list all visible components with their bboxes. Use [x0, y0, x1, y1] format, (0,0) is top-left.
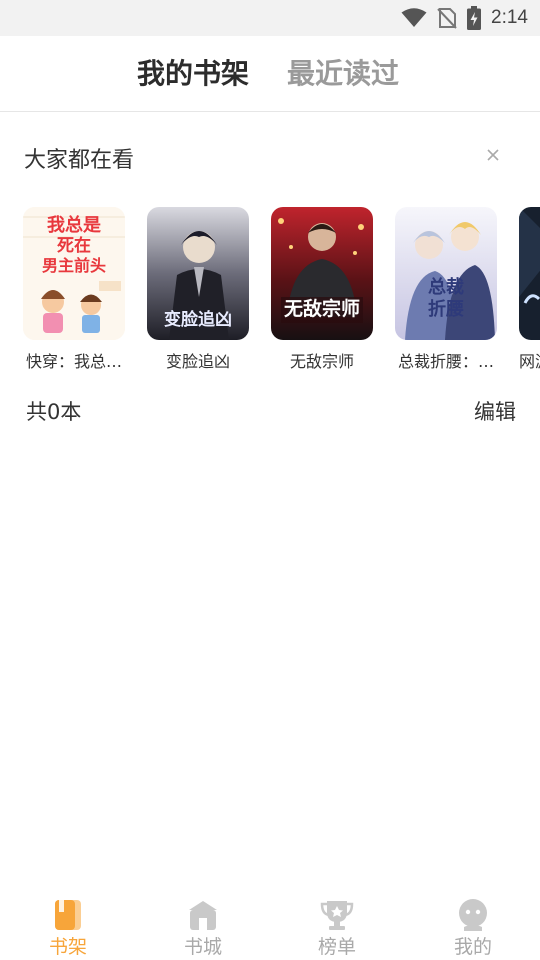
svg-text:变脸追凶: 变脸追凶 [164, 309, 232, 330]
battery-charging-icon [467, 6, 482, 30]
book-item[interactable]: 总裁 折腰 总裁折腰：… [395, 207, 497, 372]
book-item[interactable]: 无敌宗师 无敌宗师 [271, 207, 373, 372]
book-title: 网游 [519, 352, 540, 371]
book-cover[interactable] [519, 207, 540, 340]
cover-art: 我总是 死在 男主前头 [23, 207, 125, 340]
book-cover[interactable]: 总裁 折腰 [395, 207, 497, 340]
book-item[interactable]: 变脸追凶 变脸追凶 [147, 207, 249, 372]
status-icons: 2:14 [401, 0, 528, 36]
cover-art [519, 207, 540, 340]
book-item[interactable]: 我总是 死在 男主前头 快穿：我总… [23, 207, 125, 372]
nav-label: 书城 [183, 936, 222, 958]
nav-item-bookshelf[interactable]: 书架 [33, 898, 103, 960]
status-bar: 2:14 [0, 0, 540, 36]
nav-item-store[interactable]: 书城 [168, 898, 238, 960]
svg-text:我总是: 我总是 [47, 214, 101, 236]
nav-label: 我的 [453, 936, 492, 958]
cover-art: 变脸追凶 [147, 207, 249, 340]
recommend-title: 大家都在看 [24, 148, 135, 173]
book-title: 变脸追凶 [165, 352, 230, 371]
svg-text:男主前头: 男主前头 [42, 256, 106, 275]
close-icon[interactable] [482, 144, 504, 166]
wifi-icon [401, 8, 427, 27]
nav-item-profile[interactable]: 我的 [438, 898, 508, 960]
svg-text:无敌宗师: 无敌宗师 [284, 297, 360, 320]
book-cover[interactable]: 无敌宗师 [271, 207, 373, 340]
edit-button[interactable]: 编辑 [474, 396, 516, 428]
store-icon [189, 901, 217, 930]
book-title: 无敌宗师 [289, 352, 354, 371]
recommend-book-list: 我总是 死在 男主前头 快穿：我总… 变脸追凶 变脸追凶 无敌宗师 无敌宗师 总… [0, 207, 540, 377]
tab-my-bookshelf[interactable]: 我的书架 [137, 54, 249, 94]
status-time: 2:14 [491, 7, 528, 28]
nav-label: 榜单 [317, 936, 356, 958]
book-count: 共0本 [26, 400, 82, 424]
no-sim-icon [437, 8, 457, 29]
book-title: 快穿：我总… [25, 352, 122, 371]
book-cover[interactable]: 变脸追凶 [147, 207, 249, 340]
svg-text:折腰: 折腰 [428, 298, 464, 320]
nav-label: 书架 [48, 936, 87, 958]
trophy-icon [320, 901, 354, 930]
book-item[interactable]: 网游 [519, 207, 540, 372]
svg-text:总裁: 总裁 [428, 276, 464, 298]
cover-art: 无敌宗师 [271, 207, 373, 340]
tab-recently-read[interactable]: 最近读过 [287, 54, 399, 94]
cover-art: 总裁 折腰 [395, 207, 497, 340]
book-icon [55, 900, 81, 930]
profile-icon [459, 899, 487, 931]
svg-text:死在: 死在 [57, 235, 91, 256]
book-cover[interactable]: 我总是 死在 男主前头 [23, 207, 125, 340]
header: 我的书架 最近读过 [0, 36, 540, 112]
nav-item-ranking[interactable]: 榜单 [302, 898, 372, 960]
book-title: 总裁折腰：… [397, 352, 494, 371]
bottom-nav: 书架 书城 榜单 我的 [0, 890, 540, 960]
